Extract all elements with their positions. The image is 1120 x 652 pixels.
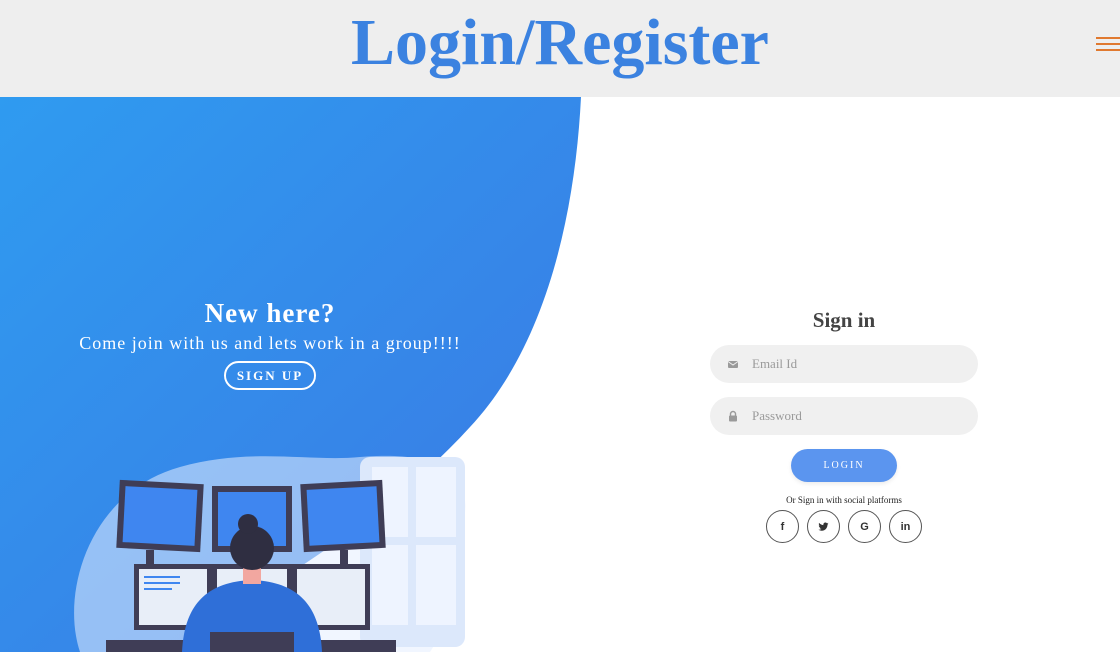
login-button[interactable]: LOGIN [791, 449, 897, 482]
password-field[interactable] [710, 397, 978, 435]
twitter-bird-icon [818, 522, 829, 531]
password-input[interactable] [752, 397, 968, 435]
sign-up-button[interactable]: SIGN UP [224, 361, 316, 390]
sign-in-title: Sign in [812, 308, 876, 332]
linkedin-icon[interactable]: in [889, 510, 922, 543]
linkedin-glyph: in [900, 520, 911, 533]
promo-subtitle: Come join with us and lets work in a gro… [79, 333, 461, 353]
google-glyph: G [860, 520, 869, 533]
signup-promo: New here? Come join with us and lets wor… [40, 297, 500, 390]
google-icon[interactable]: G [848, 510, 881, 543]
facebook-icon[interactable]: f [766, 510, 799, 543]
envelope-icon [727, 361, 739, 368]
social-signin-text: Or Sign in with social platforms [786, 495, 902, 505]
lock-icon [729, 410, 737, 422]
hamburger-menu-icon[interactable] [1096, 35, 1120, 53]
header-bar: Login/Register [0, 0, 1120, 97]
promo-title: New here? [204, 298, 336, 328]
sign-in-form: Sign in LOGIN Or Sign in with social pla… [710, 305, 978, 543]
page-title: Login/Register [351, 6, 769, 79]
email-field[interactable] [710, 345, 978, 383]
social-buttons: f G in [710, 510, 978, 543]
office-worker-illustration [74, 455, 466, 652]
facebook-glyph: f [780, 520, 785, 533]
email-input[interactable] [752, 345, 968, 383]
twitter-icon[interactable] [807, 510, 840, 543]
